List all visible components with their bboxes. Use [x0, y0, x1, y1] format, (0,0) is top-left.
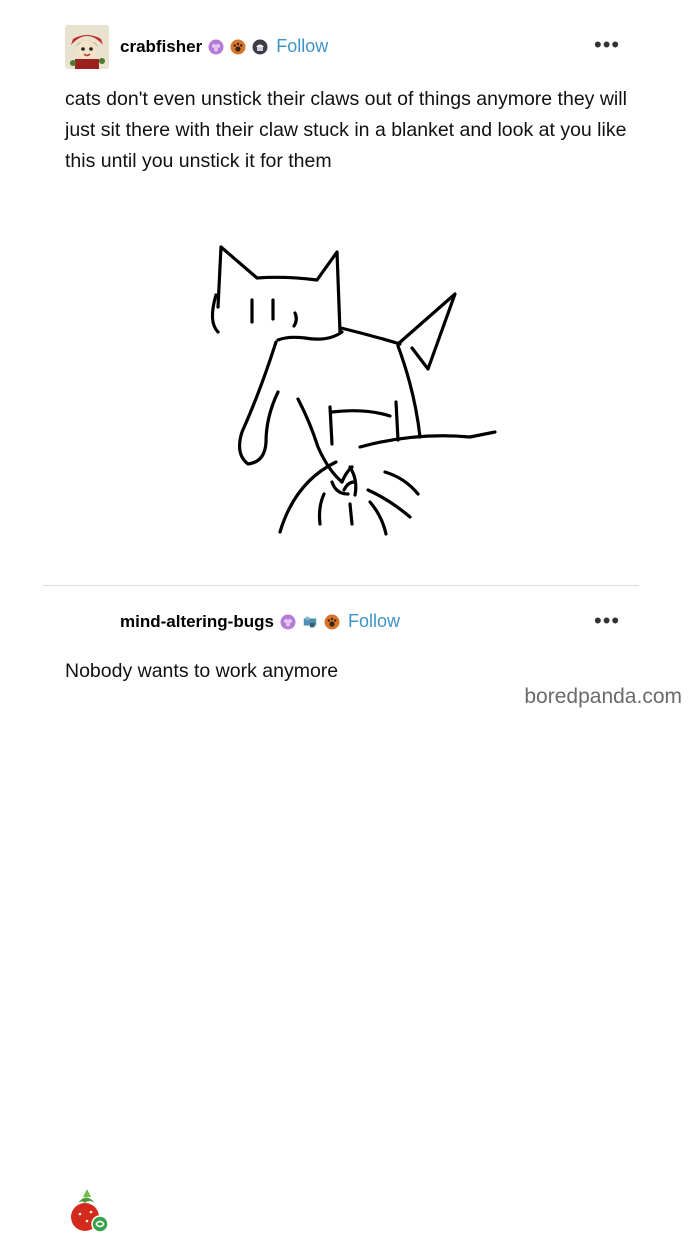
post-header: mind-altering-bugs Follow — [120, 611, 400, 632]
post-header: crabfisher Follow — [120, 36, 328, 57]
post-divider — [43, 585, 639, 586]
cupcake-badge-icon[interactable] — [252, 39, 268, 55]
username[interactable]: mind-altering-bugs — [120, 612, 274, 632]
post-crabfisher: crabfisher Follow ••• cats don't even un… — [0, 0, 700, 586]
username[interactable]: crabfisher — [120, 37, 202, 57]
follow-button[interactable]: Follow — [348, 611, 400, 632]
more-options-icon[interactable]: ••• — [594, 32, 620, 58]
post-body-text: Nobody wants to work anymore — [65, 660, 339, 682]
pawprint-badge-icon[interactable] — [230, 39, 246, 55]
avatar[interactable] — [65, 25, 109, 69]
post-body-text: cats don't even unstick their claws out … — [65, 88, 627, 172]
cat-drawing — [210, 245, 497, 536]
watermark: boredpanda.com — [524, 685, 682, 708]
more-options-icon[interactable]: ••• — [594, 608, 620, 634]
grape-badge-icon[interactable] — [208, 39, 224, 55]
bunny-badge-icon[interactable] — [302, 614, 318, 630]
pawprint-badge-icon[interactable] — [324, 614, 340, 630]
avatar[interactable] — [65, 1187, 111, 1233]
follow-button[interactable]: Follow — [276, 36, 328, 57]
grape-badge-icon[interactable] — [280, 614, 296, 630]
